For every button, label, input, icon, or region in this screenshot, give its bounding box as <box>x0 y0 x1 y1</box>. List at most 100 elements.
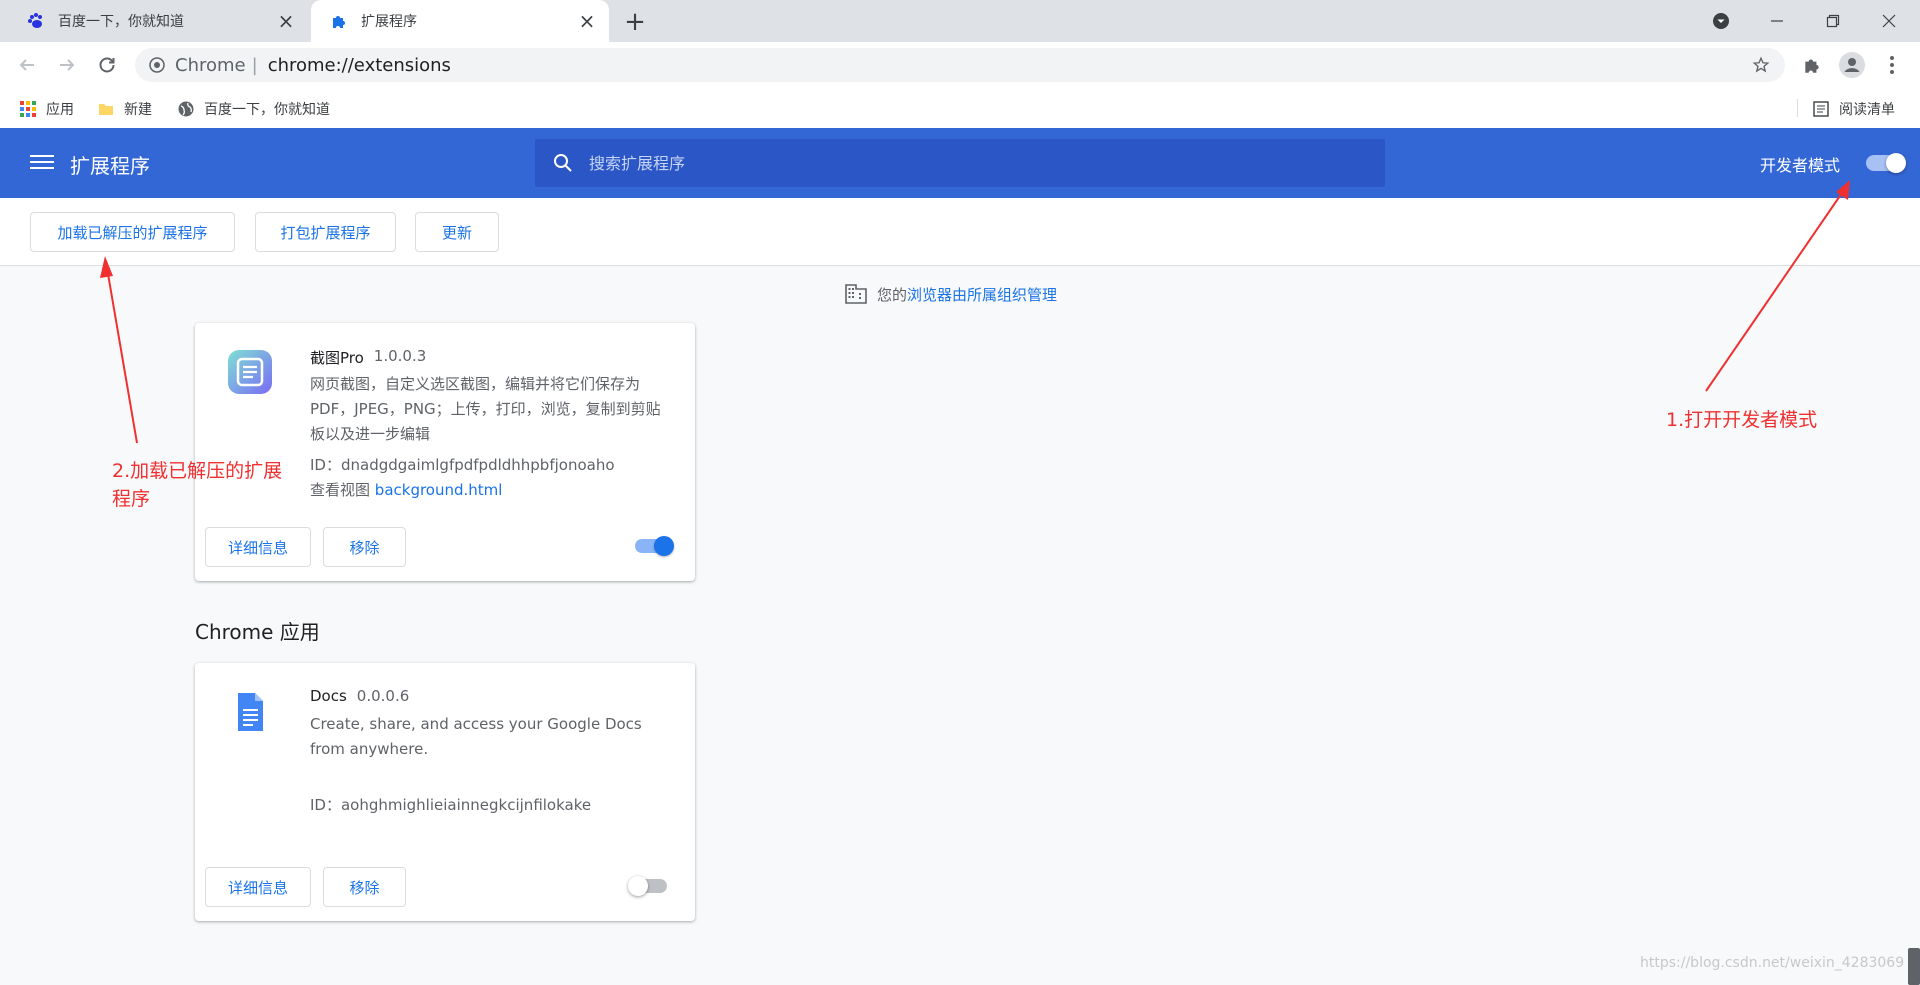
remove-button[interactable]: 移除 <box>323 867 406 907</box>
arrow-left-icon <box>19 59 34 71</box>
restore-button[interactable] <box>1810 0 1856 42</box>
bookmark-star-icon[interactable] <box>1751 55 1771 75</box>
details-button[interactable]: 详细信息 <box>205 867 311 907</box>
close-icon <box>1882 14 1896 28</box>
hamburger-menu-icon[interactable] <box>30 151 54 175</box>
app-card: Docs 0.0.0.6 Create, share, and access y… <box>195 663 695 921</box>
close-icon[interactable]: × <box>575 9 599 33</box>
tab-title: 扩展程序 <box>361 14 417 30</box>
annotation-step1: 1.打开开发者模式 <box>1666 409 1818 431</box>
building-icon <box>845 284 867 304</box>
browser-toolbar: Chrome | chrome://extensions <box>0 42 1920 88</box>
bookmark-label: 应用 <box>46 102 74 118</box>
chrome-logo-icon <box>149 57 165 73</box>
extensions-header: 扩展程序 开发者模式 <box>0 128 1920 198</box>
reading-list-icon <box>1813 101 1829 117</box>
arrow-right-icon <box>60 59 75 71</box>
app-version: 0.0.0.6 <box>356 687 410 705</box>
managed-link[interactable]: 浏览器由所属组织管理 <box>907 284 1057 305</box>
apps-grid-icon <box>20 101 36 117</box>
chrome-menu-button[interactable] <box>1878 51 1906 79</box>
extension-enable-toggle[interactable] <box>635 536 674 556</box>
url-text: chrome://extensions <box>267 54 451 76</box>
scrollbar-thumb[interactable] <box>1908 948 1920 985</box>
tab-extensions[interactable]: 扩展程序 × <box>311 0 609 42</box>
bookmarks-divider <box>1797 99 1798 117</box>
google-docs-icon <box>238 693 263 731</box>
toggle-knob <box>654 536 674 556</box>
profile-button[interactable] <box>1838 51 1866 79</box>
tab-search-icon <box>1713 13 1729 29</box>
app-name: Docs <box>310 687 347 705</box>
toggle-knob <box>1886 153 1906 173</box>
baidu-paw-icon <box>26 11 46 31</box>
url-scheme: Chrome <box>175 54 246 76</box>
app-enable-toggle[interactable] <box>628 876 667 896</box>
developer-mode-label: 开发者模式 <box>1760 156 1841 175</box>
search-box[interactable] <box>535 139 1385 187</box>
watermark: https://blog.csdn.net/weixin_4283069 <box>1640 955 1905 971</box>
tab-search-button[interactable] <box>1698 0 1744 42</box>
minimize-icon <box>1771 20 1783 22</box>
globe-icon <box>178 101 194 117</box>
reload-icon <box>99 57 115 73</box>
chrome-apps-heading: Chrome 应用 <box>195 620 320 644</box>
address-bar[interactable]: Chrome | chrome://extensions <box>135 48 1785 82</box>
forward-button[interactable] <box>53 51 81 79</box>
developer-mode-toggle[interactable] <box>1866 153 1906 173</box>
back-button[interactable] <box>13 51 41 79</box>
inspect-views: 查看视图 background.html <box>310 479 502 500</box>
search-input[interactable] <box>589 153 1289 173</box>
annotation-step2-line2: 程序 <box>112 488 151 510</box>
profile-avatar-icon <box>1839 52 1865 78</box>
bookmark-label: 新建 <box>124 102 152 118</box>
new-tab-button[interactable]: + <box>622 7 648 37</box>
load-unpacked-button[interactable]: 加载已解压的扩展程序 <box>30 212 235 252</box>
close-window-button[interactable] <box>1866 0 1912 42</box>
tab-baidu[interactable]: 百度一下，你就知道 × <box>8 0 308 42</box>
screenshot-pro-icon <box>228 350 272 394</box>
puzzle-piece-icon <box>1805 59 1819 73</box>
bookmarks-bar: 应用 新建 百度一下，你就知道 阅读清单 <box>0 88 1920 128</box>
app-id: ID：aohghmighlieiainnegkcijnfilokake <box>310 796 592 814</box>
background-page-link[interactable]: background.html <box>375 481 503 499</box>
annotation-step2-line1: 2.加载已解压的扩展 <box>112 460 283 482</box>
tab-title: 百度一下，你就知道 <box>58 14 184 30</box>
search-icon <box>554 154 572 172</box>
reading-list-button[interactable]: 阅读清单 <box>1813 98 1895 120</box>
restore-icon <box>1826 14 1840 28</box>
page-title: 扩展程序 <box>70 154 150 178</box>
pack-extension-button[interactable]: 打包扩展程序 <box>255 212 396 252</box>
app-description: Create, share, and access your Google Do… <box>310 715 642 758</box>
toggle-knob <box>628 876 648 896</box>
inspect-views-label: 查看视图 <box>310 481 371 499</box>
url-separator: | <box>251 54 258 76</box>
more-vert-icon <box>1890 56 1894 74</box>
extension-id: ID：dnadgdgaimlgfpdfpdldhhpbfjonoaho <box>310 456 615 474</box>
managed-by-org-notice: 您的 浏览器由所属组织管理 <box>845 283 1057 305</box>
extension-card: 截图Pro 1.0.0.3 网页截图，自定义选区截图，编辑并将它们保存为PDF，… <box>195 323 695 581</box>
extension-name: 截图Pro <box>310 349 364 367</box>
bookmark-folder-new[interactable]: 新建 <box>98 98 152 120</box>
puzzle-piece-icon <box>329 11 349 31</box>
reload-button[interactable] <box>93 51 121 79</box>
reading-list-label: 阅读清单 <box>1839 102 1895 118</box>
annotation-arrow-step2 <box>100 256 138 444</box>
bookmark-baidu[interactable]: 百度一下，你就知道 <box>178 98 330 120</box>
remove-button[interactable]: 移除 <box>323 527 406 567</box>
managed-prefix: 您的 <box>877 285 908 304</box>
update-button[interactable]: 更新 <box>415 212 499 252</box>
close-icon[interactable]: × <box>274 9 298 33</box>
extension-name-row: 截图Pro 1.0.0.3 <box>310 347 426 368</box>
developer-action-bar: 加载已解压的扩展程序 打包扩展程序 更新 <box>0 198 1920 266</box>
extension-version: 1.0.0.3 <box>373 347 427 365</box>
folder-icon <box>98 101 114 117</box>
minimize-button[interactable] <box>1754 0 1800 42</box>
extension-description: 网页截图，自定义选区截图，编辑并将它们保存为PDF，JPEG，PNG；上传，打印… <box>310 375 661 443</box>
bookmark-label: 百度一下，你就知道 <box>204 102 330 118</box>
extensions-button[interactable] <box>1798 51 1826 79</box>
details-button[interactable]: 详细信息 <box>205 527 311 567</box>
app-name-row: Docs 0.0.0.6 <box>310 687 409 705</box>
tab-strip: 百度一下，你就知道 × 扩展程序 × + <box>0 0 1920 42</box>
bookmark-apps[interactable]: 应用 <box>20 98 74 120</box>
